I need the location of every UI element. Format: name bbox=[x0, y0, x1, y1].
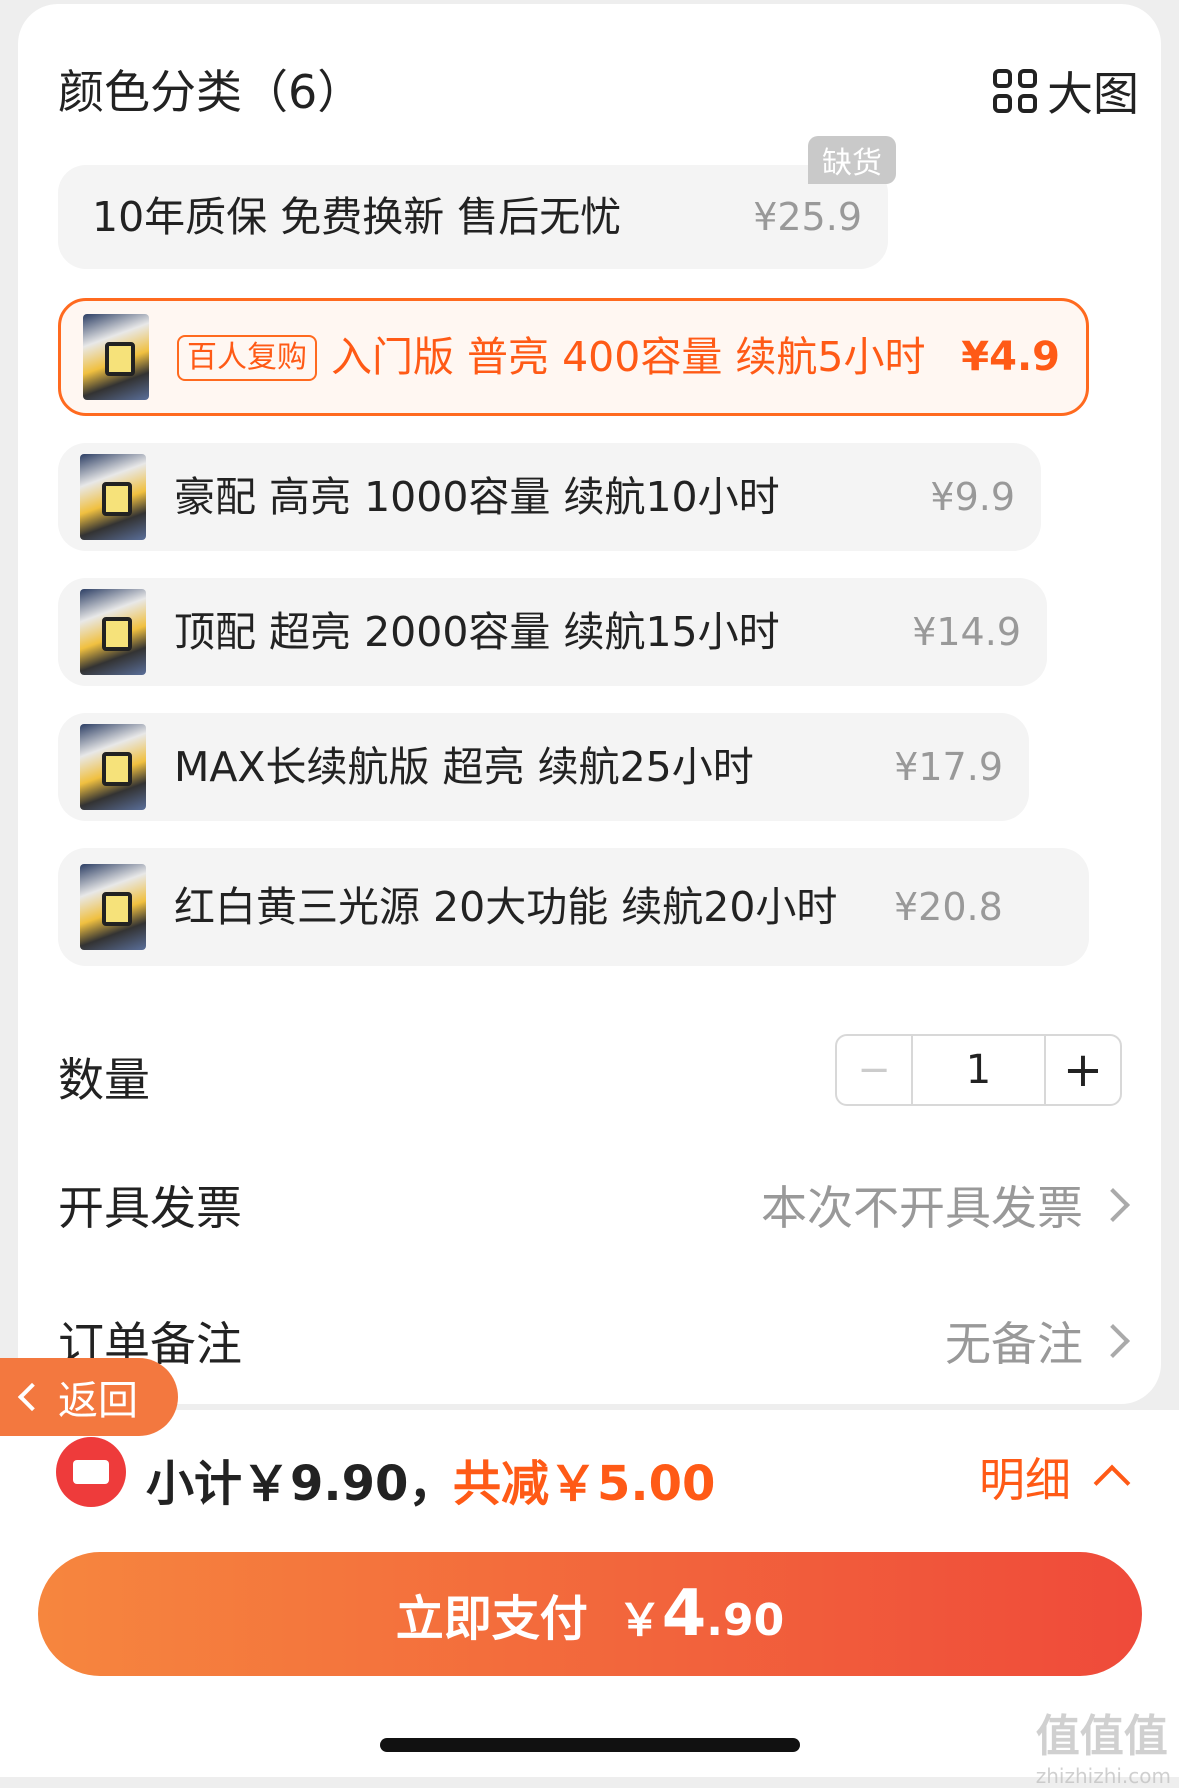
repurchase-tag: 百人复购 bbox=[177, 335, 317, 381]
coupon-icon bbox=[56, 1437, 126, 1507]
subtotal-text: 小计￥9.90， bbox=[146, 1456, 457, 1512]
decrease-button[interactable]: − bbox=[837, 1036, 913, 1104]
remark-value: 无备注 bbox=[945, 1317, 1083, 1371]
increase-button[interactable]: + bbox=[1046, 1036, 1120, 1104]
sku-title: 颜色分类（6） bbox=[58, 65, 364, 119]
sku-option-warranty[interactable]: 10年质保 免费换新 售后无忧 ¥25.9 bbox=[58, 165, 888, 269]
discount-text: 共减￥5.00 bbox=[453, 1456, 716, 1512]
chevron-right-icon bbox=[1096, 1188, 1130, 1222]
pay-currency: ￥ bbox=[617, 1595, 662, 1646]
option-price: ¥20.8 bbox=[894, 885, 1003, 929]
option-thumbnail bbox=[80, 454, 146, 540]
remark-selector[interactable]: 无备注 bbox=[945, 1308, 1130, 1374]
option-thumbnail bbox=[80, 864, 146, 950]
pay-label: 立即支付 bbox=[395, 1591, 588, 1647]
back-label: 返回 bbox=[58, 1378, 138, 1424]
option-label: 豪配 高亮 1000容量 续航10小时 bbox=[174, 473, 780, 521]
quantity-stepper: − 1 + bbox=[835, 1034, 1122, 1106]
option-label: MAX长续航版 超亮 续航25小时 bbox=[174, 743, 754, 791]
back-button[interactable]: 返回 bbox=[0, 1358, 178, 1436]
option-thumbnail bbox=[80, 724, 146, 810]
chevron-left-icon bbox=[17, 1382, 47, 1412]
option-price: ¥17.9 bbox=[894, 745, 1003, 789]
option-thumbnail bbox=[80, 589, 146, 675]
home-indicator[interactable] bbox=[380, 1738, 800, 1752]
option-label: 红白黄三光源 20大功能 续航20小时 bbox=[174, 883, 838, 931]
chevron-right-icon bbox=[1096, 1324, 1130, 1358]
grid-icon bbox=[993, 69, 1037, 113]
watermark-text: 值值值 bbox=[1035, 1711, 1168, 1762]
watermark-sub: zhizhizhi.com bbox=[1035, 1764, 1171, 1788]
big-view-button[interactable]: 大图 bbox=[993, 58, 1139, 124]
sku-option-deluxe[interactable]: 豪配 高亮 1000容量 续航10小时 ¥9.9 bbox=[58, 443, 1041, 551]
pay-amount-int: 4 bbox=[661, 1577, 707, 1651]
chevron-up-icon bbox=[1093, 1464, 1131, 1502]
detail-label: 明细 bbox=[979, 1453, 1071, 1507]
quantity-label: 数量 bbox=[58, 1053, 150, 1107]
invoice-selector[interactable]: 本次不开具发票 bbox=[761, 1172, 1130, 1238]
option-label: 顶配 超亮 2000容量 续航15小时 bbox=[174, 608, 780, 656]
detail-button[interactable]: 明细 bbox=[979, 1444, 1131, 1510]
option-price: ¥9.9 bbox=[930, 475, 1015, 519]
sku-option-premium[interactable]: 顶配 超亮 2000容量 续航15小时 ¥14.9 bbox=[58, 578, 1047, 686]
big-view-label: 大图 bbox=[1047, 67, 1139, 121]
sku-option-tricolor[interactable]: 红白黄三光源 20大功能 续航20小时 ¥20.8 bbox=[58, 848, 1089, 966]
invoice-label: 开具发票 bbox=[58, 1181, 242, 1235]
sku-option-basic[interactable]: 百人复购 入门版 普亮 400容量 续航5小时 ¥4.9 bbox=[58, 298, 1089, 416]
option-price: ¥4.9 bbox=[961, 334, 1060, 380]
out-of-stock-badge: 缺货 bbox=[808, 136, 896, 184]
quantity-value[interactable]: 1 bbox=[913, 1036, 1046, 1104]
pay-amount-dec: .90 bbox=[706, 1595, 785, 1646]
option-thumbnail bbox=[83, 314, 149, 400]
watermark-logo: 值值值 zhizhizhi.com bbox=[1036, 1700, 1171, 1788]
pay-amount: ￥4.90 bbox=[618, 1577, 784, 1651]
sku-option-max[interactable]: MAX长续航版 超亮 续航25小时 ¥17.9 bbox=[58, 713, 1029, 821]
option-price: ¥14.9 bbox=[912, 610, 1021, 654]
option-label: 百人复购 入门版 普亮 400容量 续航5小时 bbox=[177, 333, 961, 381]
invoice-value: 本次不开具发票 bbox=[761, 1181, 1083, 1235]
option-price: ¥25.9 bbox=[753, 195, 862, 239]
pay-now-button[interactable]: 立即支付 ￥4.90 bbox=[38, 1552, 1142, 1676]
option-label-text: 入门版 普亮 400容量 续航5小时 bbox=[331, 333, 926, 381]
option-label: 10年质保 免费换新 售后无忧 bbox=[92, 193, 622, 241]
